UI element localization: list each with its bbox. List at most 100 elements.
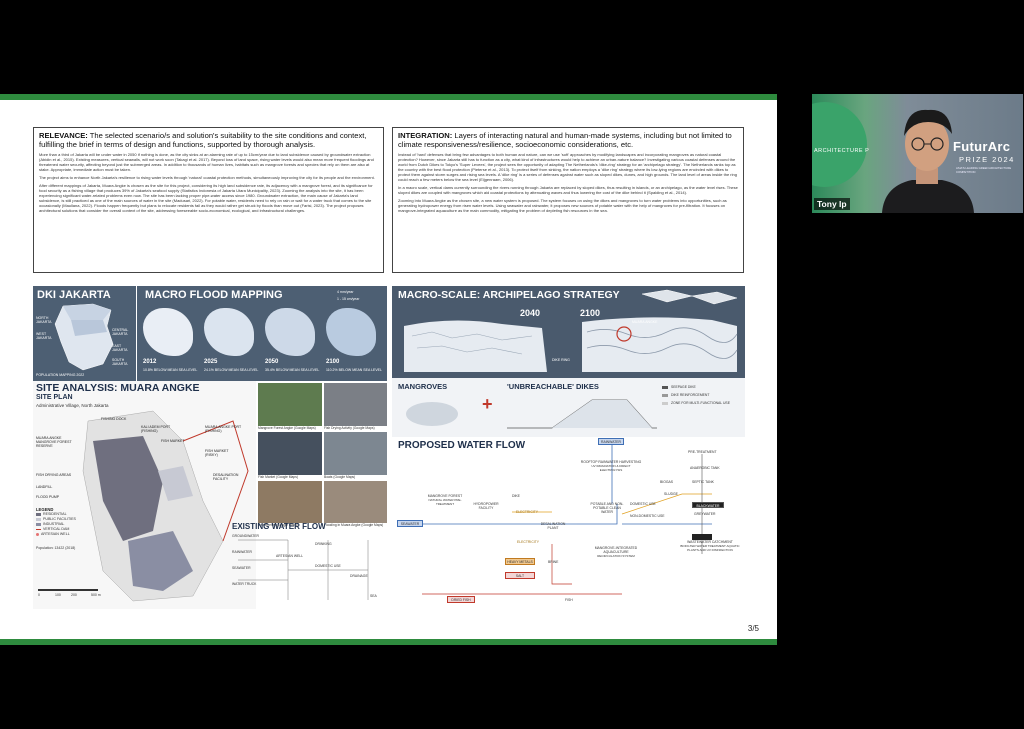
site-label-mangrove-reserve: MUARA ANGKE MANGROVE FOREST RESERVE xyxy=(36,436,72,448)
node-anaerobic: ANAEROBIC TANK xyxy=(690,466,720,470)
existing-node-artesian-well: ARTESIAN WELL xyxy=(276,554,304,558)
site-label-fish-drying: FISH DRYING AREAS xyxy=(36,473,72,477)
node-domestic-use: DOMESTIC USE xyxy=(630,502,656,506)
node-sludge: SLUDGE xyxy=(664,492,678,496)
node-potable-water: POTABLE AND NON-POTABLE CLEAN WATER xyxy=(590,502,624,514)
existing-flow-diagram xyxy=(238,539,369,600)
site-population: Population: 13422 (2018) xyxy=(36,546,76,550)
relevance-box: RELEVANCE: The selected scenario/s and s… xyxy=(33,127,384,273)
photo-fish-drying xyxy=(323,382,388,427)
flood-caption-2050: 35.4% BELOW MEAN SEA LEVEL xyxy=(265,368,320,372)
node-electricity-1: ELECTRICITY xyxy=(516,510,539,514)
flood-legend-1: 4 mm/year xyxy=(337,290,354,294)
proposed-flow-diagram xyxy=(402,444,712,595)
existing-node-groundwater: GROUNDWATER xyxy=(232,534,259,538)
integration-para-1: Instead of 'hard' defenses that bring fe… xyxy=(398,152,737,182)
site-label-desalination: DESALINATION FACILITY xyxy=(213,473,239,481)
dki-jakarta-panel: DKI JAKARTA NORTH JAKARTA WEST JAKARTA C… xyxy=(33,286,136,381)
flood-caption-2012: 10.8% BELOW MEAN SEA LEVEL xyxy=(143,368,198,372)
flood-caption-2025: 24.1% BELOW MEAN SEA LEVEL xyxy=(204,368,259,372)
node-hydropower: HYDROPOWER FACILITY xyxy=(473,502,499,510)
photo-mangrove-forest xyxy=(257,382,323,427)
photo-caption-4: Boats (Google Maps) xyxy=(324,475,356,479)
integration-box: INTEGRATION: Layers of interacting natur… xyxy=(392,127,744,273)
dike-legend-3: ZONE FOR MULTI-FUNCTIONAL USE xyxy=(671,401,730,405)
node-dike: DIKE xyxy=(512,494,520,498)
scale-500: 500 m xyxy=(91,593,101,597)
existing-node-drainage: DRAINAGE xyxy=(350,574,368,578)
flood-year-2100: 2100 xyxy=(326,359,340,365)
node-electricity-2: ELECTRICITY xyxy=(517,540,540,544)
participant-figure xyxy=(882,109,974,213)
integration-para-3: Zooming into Muara Angke as the chosen s… xyxy=(398,198,727,213)
participant-video-tile[interactable]: ARCHITECTURE P FuturArc PRIZE 2024 ASIA'… xyxy=(812,94,1023,213)
presentation-slide: RELEVANCE: The selected scenario/s and s… xyxy=(0,94,777,645)
relevance-heading: RELEVANCE: The selected scenario/s and s… xyxy=(39,131,367,149)
site-label-kali-adem-port: KALI ADEM PORT (FISHING) xyxy=(141,425,171,433)
flood-map-2025 xyxy=(204,308,254,356)
photo-caption-6: Flooding in Muara Angke (Google Maps) xyxy=(324,523,384,527)
site-label-fish-market: FISH MARKET xyxy=(161,439,185,443)
scale-200: 200 xyxy=(71,593,77,597)
existing-node-seawater: SEAWATER xyxy=(232,566,251,570)
relevance-para-1: More than a third of Jakarta will be und… xyxy=(39,152,374,172)
flood-map-2100 xyxy=(326,308,376,356)
site-plan-map xyxy=(38,410,249,602)
node-greywater: GREYWATER xyxy=(694,512,716,516)
photo-caption-2: Fish Drying Activity (Google Maps) xyxy=(324,426,375,430)
dike-legend-1: SEEPAGE DIKE xyxy=(671,385,696,389)
photo-caption-1: Mangrove Forest Angke (Google Maps) xyxy=(258,426,316,430)
flood-mapping-title: MACRO FLOOD MAPPING xyxy=(145,289,283,301)
existing-node-water-truck: WATER TRUCK xyxy=(232,582,257,586)
photo-caption-3: Fish Market (Google Maps) xyxy=(258,475,298,479)
existing-node-sea: SEA xyxy=(370,594,377,598)
node-mangrove-forest: MANGROVE FOREST NATURAL WATER PRE-TREATME… xyxy=(427,494,463,506)
node-seawater: SEAWATER xyxy=(397,520,423,527)
node-desalination: DESALINATION PLANT xyxy=(540,522,566,530)
page-number: 3/5 xyxy=(747,624,759,633)
dki-label-north: NORTH JAKARTA xyxy=(36,316,52,324)
site-label-landfill: LANDFILL xyxy=(36,485,53,489)
flood-legend-2: 1 - 15 cm/year xyxy=(337,297,360,301)
archipelago-site-label: MUARA ANGKE xyxy=(632,320,658,324)
integration-heading: INTEGRATION: Layers of interacting natur… xyxy=(398,131,732,149)
dki-label-south: SOUTH JAKARTA xyxy=(112,358,128,366)
flood-year-2025: 2025 xyxy=(204,359,218,365)
site-label-muara-angke-port: MUARA ANGKE PORT (FISHING) xyxy=(205,425,242,433)
relevance-para-2: The project aims to enhance North Jakart… xyxy=(39,175,375,180)
node-brine: BRINE xyxy=(548,560,559,564)
flood-year-2012: 2012 xyxy=(143,359,157,365)
site-label-fish-market-risky: FISH MARKET (RISKY) xyxy=(205,449,229,457)
scale-100: 100 xyxy=(55,593,61,597)
site-analysis-panel: SITE ANALYSIS: MUARA ANGKE SITE PLAN Adm… xyxy=(33,381,256,609)
relevance-para-3: After different mappings of Jakarta, Mua… xyxy=(39,183,373,213)
photo-settlements xyxy=(257,480,323,524)
node-septic: SEPTIC TANK xyxy=(692,480,714,484)
slide-bottom-bar xyxy=(0,639,777,645)
dki-label-east: EAST JAKARTA xyxy=(112,344,128,352)
node-heavy-metals: HEAVY METALS xyxy=(505,558,535,565)
integration-para-2: In a macro scale, vertical dams currentl… xyxy=(398,185,738,195)
dki-label-west: WEST JAKARTA xyxy=(36,332,52,340)
dike-legend-2: DIKE REINFORCEMENT xyxy=(671,393,710,397)
archipelago-maps xyxy=(404,289,738,372)
mangroves-dikes-panel: MANGROVES + 'UNBREACHABLE' DIKES SEEPAGE… xyxy=(392,378,745,437)
existing-node-domestic: DOMESTIC USE xyxy=(315,564,341,568)
node-wastewater: WASTEWATER CATCHMENT BIOFILTER WATER TREA… xyxy=(680,540,740,552)
node-rooftop: ROOFTOP RAINWATER HARVESTING UV IRRADIATI… xyxy=(580,460,642,472)
node-aquaculture: MANGROVE-INTEGRATED AQUACULTURE RECIRCULA… xyxy=(594,546,638,558)
flood-map-2050 xyxy=(265,308,315,356)
node-fish: FISH xyxy=(565,598,573,602)
slide-top-bar xyxy=(0,94,777,100)
flood-map-2012 xyxy=(143,308,193,356)
site-label-flood-pump: FLOOD PUMP xyxy=(36,495,60,499)
archipelago-dike-label: DIKE RING xyxy=(552,358,570,362)
scale-0: 0 xyxy=(38,593,40,597)
photo-flooding xyxy=(323,480,388,524)
node-pretreatment: PRE-TREATMENT xyxy=(688,450,717,454)
archipelago-panel: MACRO-SCALE: ARCHIPELAGO STRATEGY 2040 2… xyxy=(392,286,745,378)
site-label-fishing-dock: FISHING DOCK xyxy=(101,417,127,421)
node-salt: SALT xyxy=(505,572,535,579)
node-nondomestic-use: NON-DOMESTIC USE xyxy=(630,514,665,518)
site-legend: LEGEND RESIDENTIAL PUBLIC FACILITIES IND… xyxy=(36,507,76,537)
